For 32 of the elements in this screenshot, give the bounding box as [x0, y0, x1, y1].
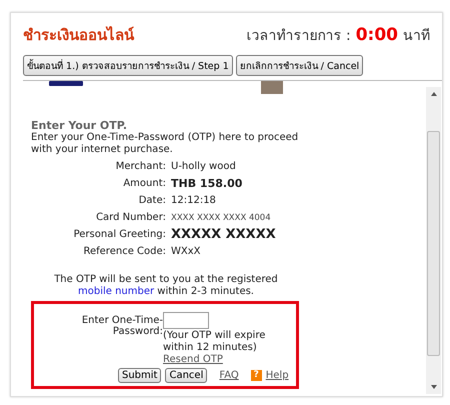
detail-label: Card Number: — [95, 212, 167, 223]
detail-value: XXXXX XXXXX — [171, 227, 276, 242]
detail-label: Date: — [138, 195, 167, 206]
detail-label: Personal Greeting: — [72, 229, 167, 240]
detail-label: Merchant: — [114, 161, 167, 172]
otp-label: Enter One-Time-Password: — [80, 315, 163, 339]
step-button[interactable]: ยกเลิกการชำระเงิน / Cancel — [236, 55, 364, 76]
detail-value: U-holly wood — [171, 161, 236, 172]
scrollbar[interactable] — [426, 87, 441, 394]
timer-label: เวลาทำรายการ : — [246, 27, 351, 46]
expiry-hint: (Your OTP will expire within 12 minutes) — [163, 330, 266, 354]
detail-value: WXxX — [171, 246, 201, 257]
step-button[interactable]: ขั้นตอนที่ 1.) ตรวจสอบรายการชำระเงิน / Step 1 — [23, 55, 233, 76]
detail-value: 12:12:18 — [171, 195, 216, 206]
timer-unit: นาที — [403, 27, 430, 46]
detail-label: Reference Code: — [82, 246, 167, 257]
otp-notice: The OTP will be sent to you at the registered mobile number within 2-3 minutes. — [53, 274, 279, 298]
otp-heading: Enter Your OTP. — [31, 119, 128, 132]
page-title: ชำระเงินออนไลน์ — [23, 25, 134, 46]
intro-text: Enter your One-Time-Password (OTP) here to proceed with your internet purchase. — [31, 132, 300, 156]
detail-label: Amount: — [122, 178, 167, 189]
timer-value: 0:00 — [356, 25, 398, 45]
resend-otp-link[interactable]: Resend OTP — [163, 354, 293, 366]
faq-link[interactable]: FAQ — [219, 370, 239, 381]
help-link[interactable]: Help — [266, 370, 289, 381]
otp-input[interactable] — [163, 312, 209, 329]
detail-value: XXXX XXXX XXXX 4004 — [171, 212, 271, 222]
form-button[interactable]: Submit — [118, 368, 162, 383]
help-icon: ? — [250, 370, 262, 381]
detail-value: THB 158.00 — [171, 177, 242, 190]
mobile-number-link[interactable]: mobile number — [78, 286, 154, 297]
form-button[interactable]: Cancel — [165, 368, 208, 383]
